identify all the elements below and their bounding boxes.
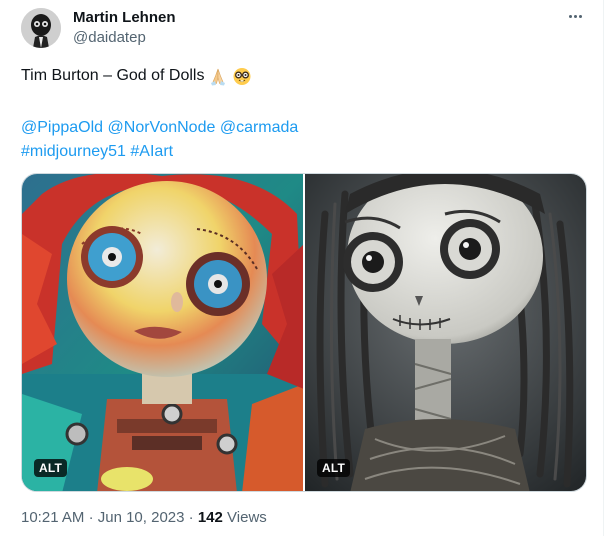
- folded-hands-icon: [211, 68, 226, 86]
- colorful-doll-image: [22, 174, 303, 491]
- views-label: Views: [227, 509, 267, 526]
- mention-link[interactable]: @NorVonNode: [108, 119, 216, 136]
- mentions-line: @PippaOld @NorVonNode @carmada: [21, 116, 298, 140]
- mention-link[interactable]: @PippaOld: [21, 119, 103, 136]
- hashtag-link[interactable]: #midjourney51: [21, 143, 126, 160]
- meta-separator: ·: [188, 509, 194, 526]
- views-count: 142: [197, 509, 223, 526]
- tweet-card: Martin Lehnen @daidatep Tim Burton – God…: [0, 0, 604, 536]
- more-dot: [578, 14, 582, 18]
- author-name[interactable]: Martin Lehnen: [73, 9, 176, 26]
- author-avatar[interactable]: [21, 8, 61, 48]
- skull-avatar-icon: [21, 8, 61, 48]
- timestamp-link[interactable]: 10:21 AM · Jun 10, 2023: [21, 509, 184, 526]
- alt-badge[interactable]: ALT: [317, 459, 351, 477]
- more-options-button[interactable]: [562, 6, 588, 26]
- media-grid: ALT ALT: [21, 173, 587, 492]
- author-handle[interactable]: @daidatep: [73, 29, 146, 46]
- alt-badge[interactable]: ALT: [34, 459, 68, 477]
- more-dot: [573, 14, 577, 18]
- mention-link[interactable]: @carmada: [220, 119, 299, 136]
- media-image-right[interactable]: ALT: [305, 174, 586, 491]
- more-horizontal-icon: [568, 14, 572, 18]
- nerd-face-icon: [233, 68, 251, 85]
- tweet-text: Tim Burton – God of Dolls: [21, 66, 252, 86]
- tweet-date: Jun 10, 2023: [97, 509, 185, 526]
- hashtags-line: #midjourney51 #AIart: [21, 140, 173, 164]
- tweet-text-content: Tim Burton – God of Dolls: [21, 67, 205, 84]
- meta-separator: ·: [88, 509, 94, 526]
- tweet-meta: 10:21 AM · Jun 10, 2023 · 142 Views: [21, 509, 267, 526]
- pale-doll-image: [305, 174, 586, 491]
- hashtag-link[interactable]: #AIart: [130, 143, 173, 160]
- media-image-left[interactable]: ALT: [22, 174, 303, 491]
- tweet-time: 10:21 AM: [21, 509, 85, 526]
